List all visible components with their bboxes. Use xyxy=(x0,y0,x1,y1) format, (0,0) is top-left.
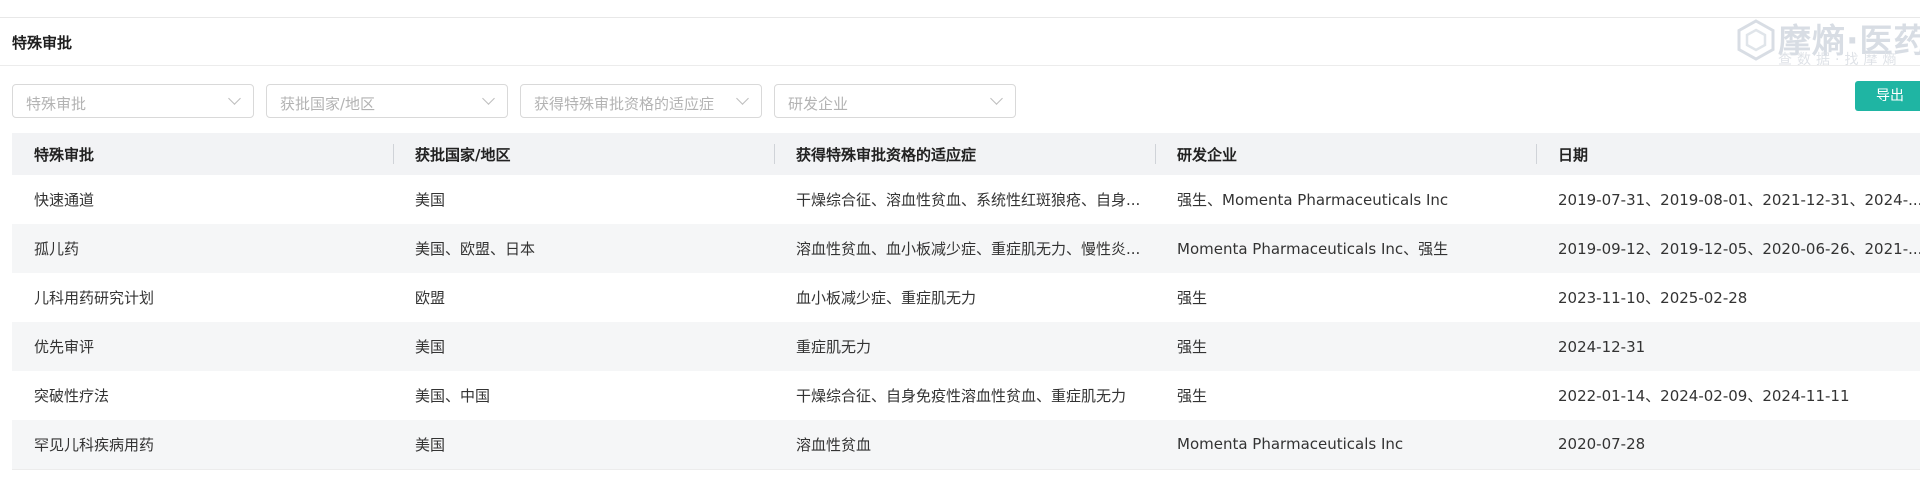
cell-company: 强生 xyxy=(1177,387,1208,405)
cell-country: 美国、中国 xyxy=(415,387,491,405)
cell-date: 2019-09-12、2019-12-05、2020-06-26、2021-..… xyxy=(1536,224,1920,273)
watermark-tagline: 查数据·找摩熵 xyxy=(1778,52,1902,68)
cell-special-approval: 儿科用药研究计划 xyxy=(34,289,155,307)
select-placeholder: 获得特殊审批资格的适应症 xyxy=(534,95,715,113)
cell-company: Momenta Pharmaceuticals Inc、强生 xyxy=(1155,224,1536,273)
cell-special-approval: 突破性疗法 xyxy=(34,387,110,405)
cell-date: 2019-07-31、2019-08-01、2021-12-31、2024-..… xyxy=(1558,191,1920,209)
chevron-down-icon xyxy=(482,92,495,105)
cell-indication: 溶血性贫血 xyxy=(774,420,1155,470)
brand-watermark: 摩熵·医药 查数据·找摩熵 xyxy=(1732,14,1920,68)
cell-indication: 溶血性贫血、血小板减少症、重症肌无力、慢性炎... xyxy=(774,224,1155,273)
cell-indication: 重症肌无力 xyxy=(774,322,1155,371)
cell-special-approval: 优先审评 xyxy=(12,322,393,371)
filter-bar: 特殊审批 获批国家/地区 获得特殊审批资格的适应症 研发企业 xyxy=(12,84,1016,118)
chevron-down-icon xyxy=(990,92,1003,105)
chevron-down-icon xyxy=(228,92,241,105)
cell-date: 2022-01-14、2024-02-09、2024-11-11 xyxy=(1558,387,1850,405)
hexagon-logo-icon xyxy=(1737,19,1775,61)
table-row[interactable]: 突破性疗法 美国、中国 干燥综合征、自身免疫性溶血性贫血、重症肌无力 强生 20… xyxy=(12,371,1920,420)
cell-company: 强生 xyxy=(1177,289,1208,307)
special-approval-table: 特殊审批 获批国家/地区 获得特殊审批资格的适应症 研发企业 日期 快速通道 美… xyxy=(12,133,1920,470)
cell-special-approval: 孤儿药 xyxy=(12,224,393,273)
table-row[interactable]: 罕见儿科疾病用药 美国 溶血性贫血 Momenta Pharmaceutical… xyxy=(12,420,1920,470)
cell-company: 强生、Momenta Pharmaceuticals Inc xyxy=(1177,191,1449,209)
column-divider xyxy=(393,144,394,164)
export-button[interactable]: 导出 xyxy=(1855,81,1920,111)
cell-indication: 干燥综合征、溶血性贫血、系统性红斑狼疮、自身... xyxy=(796,191,1141,209)
column-header-date[interactable]: 日期 xyxy=(1536,133,1920,175)
column-divider xyxy=(774,144,775,164)
cell-country: 欧盟 xyxy=(415,289,446,307)
cell-date: 2024-12-31 xyxy=(1536,322,1920,371)
select-placeholder: 特殊审批 xyxy=(26,95,87,113)
section-title: 特殊审批 xyxy=(12,34,73,52)
table-row[interactable]: 优先审评 美国 重症肌无力 强生 2024-12-31 xyxy=(12,322,1920,371)
column-header-company[interactable]: 研发企业 xyxy=(1155,133,1536,175)
chevron-down-icon xyxy=(736,92,749,105)
cell-country: 美国 xyxy=(393,420,774,470)
cell-special-approval: 罕见儿科疾病用药 xyxy=(12,420,393,470)
table-row[interactable]: 儿科用药研究计划 欧盟 血小板减少症、重症肌无力 强生 2023-11-10、2… xyxy=(12,273,1920,322)
company-select[interactable]: 研发企业 xyxy=(774,84,1016,118)
country-region-select[interactable]: 获批国家/地区 xyxy=(266,84,508,118)
special-approval-select[interactable]: 特殊审批 xyxy=(12,84,254,118)
cell-company: 强生 xyxy=(1155,322,1536,371)
cell-country: 美国、欧盟、日本 xyxy=(393,224,774,273)
column-divider xyxy=(1155,144,1156,164)
cell-special-approval: 快速通道 xyxy=(34,191,95,209)
select-placeholder: 研发企业 xyxy=(788,95,849,113)
title-divider xyxy=(0,65,1920,66)
select-placeholder: 获批国家/地区 xyxy=(280,95,376,113)
column-header-special-approval[interactable]: 特殊审批 xyxy=(12,133,393,175)
cell-company: Momenta Pharmaceuticals Inc xyxy=(1155,420,1536,470)
table-row[interactable]: 快速通道 美国 干燥综合征、溶血性贫血、系统性红斑狼疮、自身... 强生、Mom… xyxy=(12,175,1920,224)
column-header-indication[interactable]: 获得特殊审批资格的适应症 xyxy=(774,133,1155,175)
cell-date: 2023-11-10、2025-02-28 xyxy=(1558,289,1748,307)
cell-country: 美国 xyxy=(393,322,774,371)
cell-country: 美国 xyxy=(415,191,446,209)
cell-indication: 干燥综合征、自身免疫性溶血性贫血、重症肌无力 xyxy=(796,387,1127,405)
column-divider xyxy=(1536,144,1537,164)
indication-select[interactable]: 获得特殊审批资格的适应症 xyxy=(520,84,762,118)
table-header-row: 特殊审批 获批国家/地区 获得特殊审批资格的适应症 研发企业 日期 xyxy=(12,133,1920,175)
top-divider xyxy=(0,17,1920,18)
table-row[interactable]: 孤儿药 美国、欧盟、日本 溶血性贫血、血小板减少症、重症肌无力、慢性炎... M… xyxy=(12,224,1920,273)
column-header-country[interactable]: 获批国家/地区 xyxy=(393,133,774,175)
cell-indication: 血小板减少症、重症肌无力 xyxy=(796,289,977,307)
cell-date: 2020-07-28 xyxy=(1536,420,1920,470)
